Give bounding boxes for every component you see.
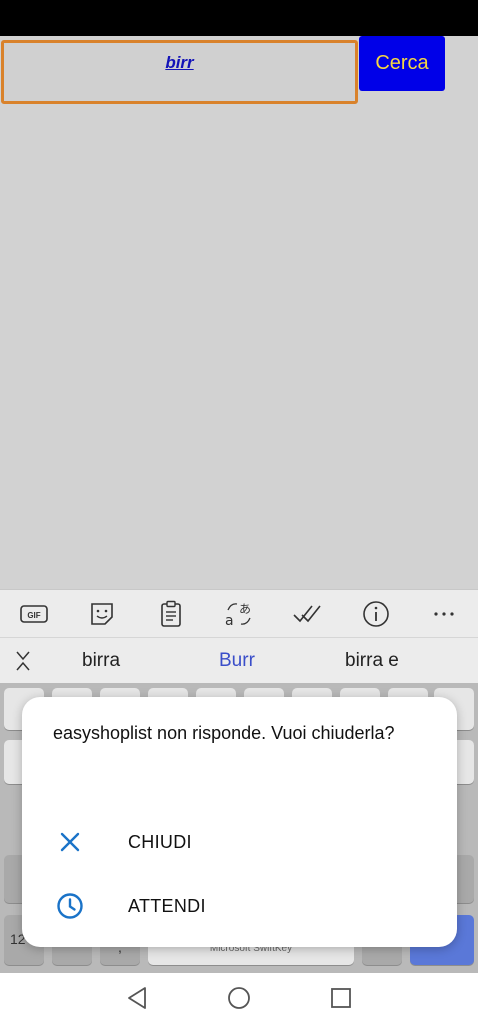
- more-icon[interactable]: [428, 598, 460, 630]
- app-not-responding-dialog: easyshoplist non risponde. Vuoi chiuderl…: [22, 697, 457, 947]
- keyboard-toolbar: GIF aあ: [0, 589, 478, 638]
- search-input-value: birr: [165, 53, 194, 72]
- wait-label: ATTENDI: [128, 896, 206, 916]
- close-app-label: CHIUDI: [128, 832, 192, 852]
- svg-text:a: a: [225, 613, 234, 628]
- suggestion-3[interactable]: birra e: [345, 650, 399, 672]
- gif-icon[interactable]: GIF: [18, 598, 50, 630]
- translate-icon[interactable]: aあ: [223, 598, 255, 630]
- suggestion-strip: birra Burr birra e: [0, 637, 478, 684]
- clipboard-icon[interactable]: [155, 598, 187, 630]
- search-input[interactable]: birr: [1, 40, 358, 104]
- status-bar: [0, 0, 478, 36]
- search-button[interactable]: Cerca: [359, 36, 445, 91]
- info-icon[interactable]: [360, 598, 392, 630]
- wait-button[interactable]: ATTENDI: [22, 878, 457, 934]
- suggestion-2[interactable]: Burr: [219, 650, 255, 672]
- back-icon[interactable]: [125, 985, 151, 1011]
- home-icon[interactable]: [226, 985, 252, 1011]
- dialog-message: easyshoplist non risponde. Vuoi chiuderl…: [53, 723, 395, 743]
- svg-text:GIF: GIF: [27, 611, 40, 620]
- navigation-bar: [0, 973, 478, 1024]
- svg-text:あ: あ: [239, 602, 251, 616]
- sticker-icon[interactable]: [86, 598, 118, 630]
- suggestion-1[interactable]: birra: [82, 650, 120, 672]
- checkmark-icon[interactable]: [291, 598, 323, 630]
- clock-icon: [56, 892, 84, 920]
- collapse-icon[interactable]: [12, 650, 34, 672]
- close-app-button[interactable]: CHIUDI: [22, 814, 457, 870]
- recents-icon[interactable]: [328, 985, 354, 1011]
- close-icon: [56, 828, 84, 856]
